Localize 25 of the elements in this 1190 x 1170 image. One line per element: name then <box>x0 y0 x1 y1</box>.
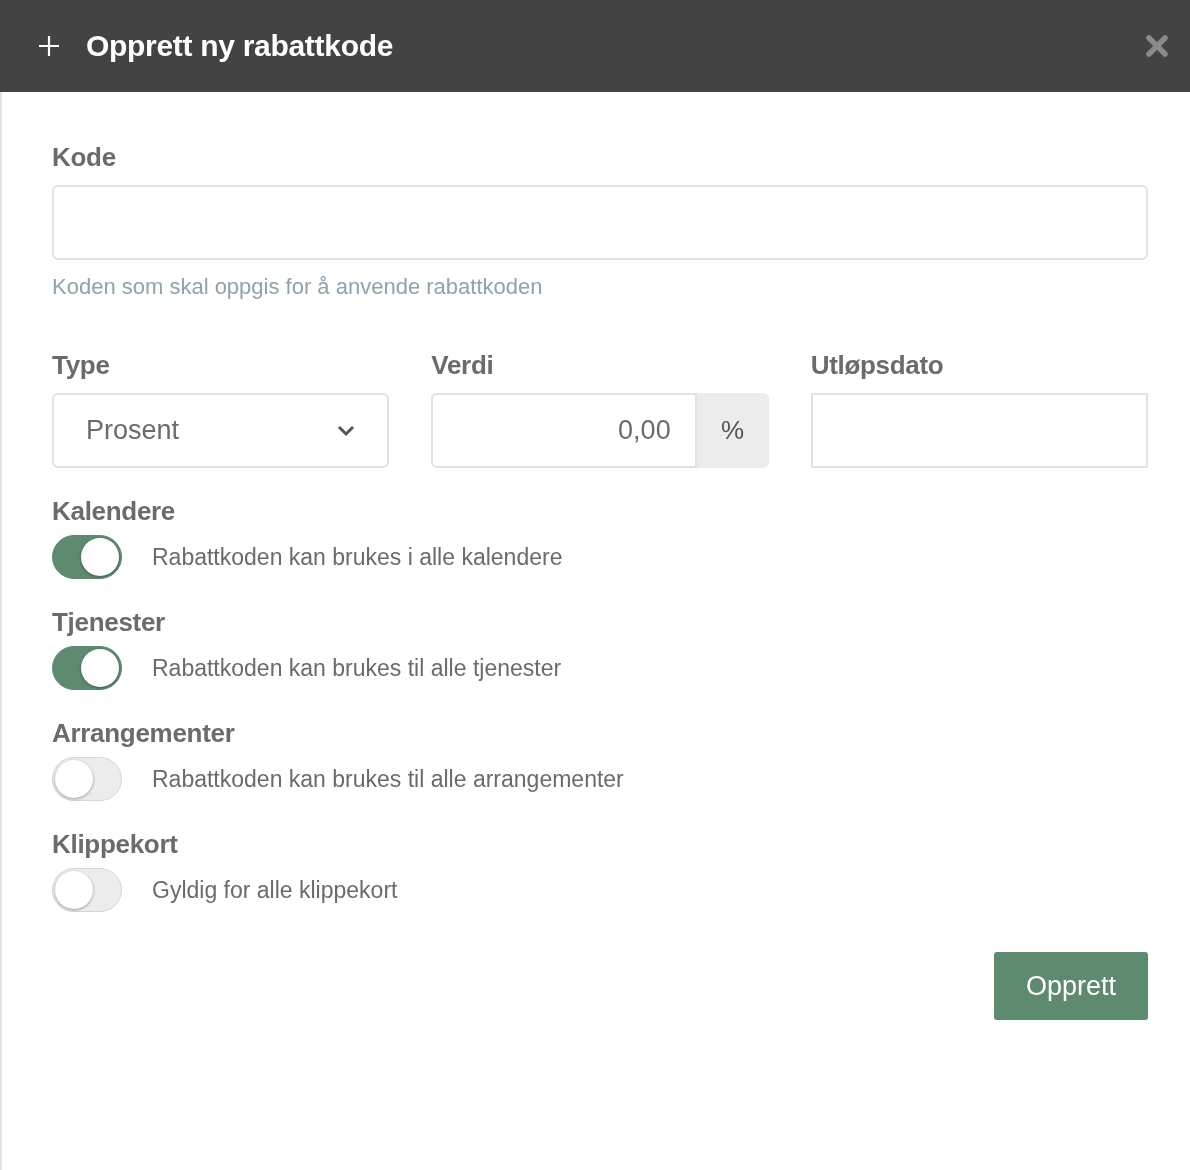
section-label: Tjenester <box>52 607 166 638</box>
section-label: Klippekort <box>52 829 179 860</box>
type-select[interactable]: Prosent <box>52 393 390 468</box>
toggle-switch[interactable] <box>52 535 122 579</box>
submit-button[interactable]: Opprett <box>994 952 1148 1020</box>
chevron-down-icon <box>337 424 356 437</box>
unit-addon: % <box>696 393 769 468</box>
field-label: Type <box>52 350 111 381</box>
help-text: Koden som skal oppgis for å anvende rabattkoden <box>52 274 544 300</box>
plus-icon <box>38 35 60 57</box>
toggle-description: Rabattkoden kan brukes til alle tjenester <box>152 654 562 682</box>
close-button[interactable] <box>1146 35 1168 57</box>
section-label: Kalendere <box>52 496 177 527</box>
toggle-description: Rabattkoden kan brukes til alle arrangementer <box>152 765 624 793</box>
field-label: Utløpsdato <box>810 350 945 381</box>
dialog-title: Opprett ny rabattkode <box>86 29 395 63</box>
code-input[interactable] <box>52 185 1148 260</box>
field-label: Verdi <box>431 350 495 381</box>
toggle-switch[interactable] <box>52 646 122 690</box>
toggle-description: Gyldig for alle klippekort <box>152 876 398 904</box>
toggle-description: Rabattkoden kan brukes i alle kalendere <box>152 543 563 571</box>
field-label: Kode <box>52 142 117 173</box>
value-input[interactable]: 0,00 <box>431 393 697 468</box>
date-input[interactable] <box>810 393 1148 468</box>
section-label: Arrangementer <box>52 718 236 749</box>
